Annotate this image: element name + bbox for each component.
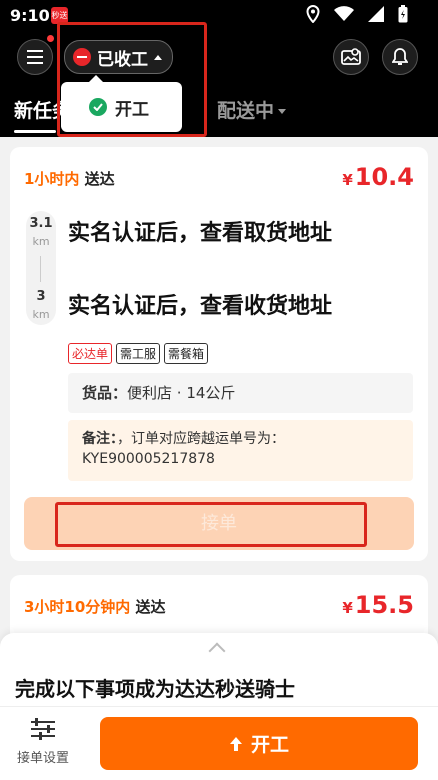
- check-icon: [89, 98, 107, 116]
- order-price: ¥15.5: [342, 591, 414, 619]
- pickup-distance: 3.1: [29, 216, 53, 231]
- order-eta: 3小时10分钟内 送达: [24, 596, 166, 617]
- bell-icon: [392, 48, 408, 65]
- caret-up-icon: [154, 54, 162, 60]
- order-eta: 1小时内 送达: [24, 168, 115, 189]
- order-note: 备注：，订单对应跨越运单号为：KYE900005217878: [68, 420, 413, 481]
- route-line: [40, 256, 41, 282]
- delivery-distance: 3: [36, 289, 46, 304]
- notification-dot: [47, 35, 54, 42]
- start-work-label: 开工: [250, 734, 289, 756]
- work-state-toggle[interactable]: 已收工: [64, 40, 173, 74]
- eta-suffix: 送达: [135, 598, 166, 616]
- signal-icon: [368, 6, 384, 22]
- order-card[interactable]: 1小时内 送达 ¥10.4 3.1 km 3 km 实名认证后，查看取货地址 实…: [10, 147, 428, 561]
- map-icon: [341, 48, 361, 65]
- eta-suffix: 送达: [84, 170, 115, 188]
- pickup-distance-unit: km: [32, 235, 50, 248]
- delivery-address: 实名认证后，查看收货地址: [68, 294, 333, 319]
- note-label: 备注：: [82, 431, 117, 447]
- sliders-icon: [31, 718, 55, 740]
- menu-button[interactable]: [17, 39, 53, 75]
- work-state-label: 已收工: [97, 49, 148, 70]
- bottom-action-bar: 接单设置 开工: [0, 706, 438, 780]
- hamburger-icon: [27, 50, 43, 64]
- stop-icon: [73, 48, 91, 66]
- wifi-icon: [334, 6, 354, 21]
- chevron-up-icon[interactable]: [208, 642, 226, 660]
- sheet-title: 完成以下事项成为达达秒送骑士: [15, 677, 295, 701]
- tag-food-box: 需餐箱: [164, 343, 209, 364]
- eta-time: 1小时内: [24, 170, 80, 188]
- price-value: 10.4: [354, 163, 414, 191]
- goods-value: 便利店 · 14公斤: [127, 384, 236, 402]
- arrow-up-icon: [229, 736, 242, 751]
- start-work-option-label: 开工: [115, 99, 149, 120]
- top-header: 9:10 秒送 已收工 新任务 配送中 开工: [0, 0, 438, 137]
- goods-info: 货品：便利店 · 14公斤: [68, 373, 413, 413]
- start-work-option[interactable]: 开工: [61, 75, 182, 132]
- tag-must-deliver: 必达单: [68, 343, 113, 364]
- tab-delivering[interactable]: 配送中: [217, 96, 287, 123]
- tab-delivering-label: 配送中: [217, 100, 275, 122]
- active-tab-indicator: [14, 130, 56, 133]
- notifications-button[interactable]: [382, 39, 418, 75]
- order-tags: 必达单 需工服 需餐箱: [68, 343, 209, 364]
- app-notification-icon: 秒送: [51, 7, 68, 24]
- eta-time: 3小时10分钟内: [24, 598, 131, 616]
- currency-symbol: ¥: [342, 171, 353, 189]
- delivery-distance-unit: km: [32, 308, 50, 321]
- accept-order-button[interactable]: 接单: [24, 497, 414, 550]
- price-value: 15.5: [354, 591, 414, 619]
- order-settings-label: 接单设置: [16, 751, 69, 766]
- order-settings-button[interactable]: 接单设置: [12, 717, 74, 766]
- status-time: 9:10: [10, 6, 50, 25]
- tag-uniform: 需工服: [116, 343, 161, 364]
- order-price: ¥10.4: [342, 163, 414, 191]
- battery-icon: [398, 5, 408, 23]
- goods-label: 货品：: [82, 384, 128, 402]
- pickup-address: 实名认证后，查看取货地址: [68, 221, 333, 246]
- currency-symbol: ¥: [342, 599, 353, 617]
- chevron-down-icon: [278, 109, 287, 114]
- location-icon: [306, 5, 320, 23]
- map-button[interactable]: [333, 39, 369, 75]
- start-work-button[interactable]: 开工: [100, 717, 418, 770]
- route-distance-bar: 3.1 km 3 km: [26, 211, 56, 325]
- status-icons: [306, 5, 408, 23]
